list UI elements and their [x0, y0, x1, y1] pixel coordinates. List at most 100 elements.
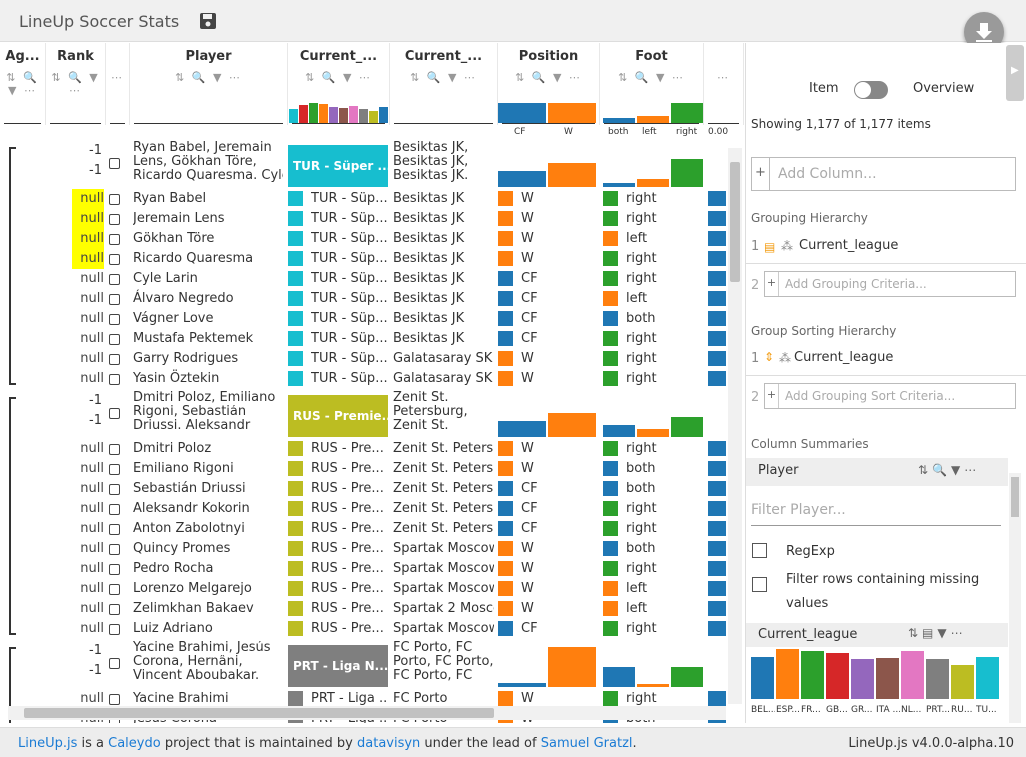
column-header[interactable]: Ag... ⇅ 🔍 ▼ ⋯: [0, 43, 46, 125]
save-icon[interactable]: [199, 12, 217, 30]
row-checkbox[interactable]: [109, 274, 120, 285]
table-row[interactable]: null Anton Zabolotnyi RUS - Pre... Zenit St…: [0, 519, 744, 539]
collapse-panel-button[interactable]: ▶: [1006, 45, 1024, 101]
row-checkbox[interactable]: [109, 464, 120, 475]
table-row[interactable]: null Cyle Larin TUR - Süp... Besiktas JK CF r…: [0, 269, 744, 289]
add-column-field[interactable]: + Add Column...: [751, 157, 1016, 191]
summary-tools-icon[interactable]: ⇅🔍▼⋯: [918, 463, 980, 477]
histogram-bar[interactable]: [901, 651, 924, 699]
row-checkbox[interactable]: [109, 524, 120, 535]
group-rank: -1: [89, 663, 102, 678]
column-tools-icon[interactable]: ⇅ 🔍 ▼ ⋯: [288, 71, 389, 84]
column-header[interactable]: Rank ⇅ 🔍 ▼ ⋯: [46, 43, 106, 125]
scrollbar-thumb[interactable]: [730, 162, 740, 282]
row-checkbox[interactable]: [109, 584, 120, 595]
caleydo-link[interactable]: Caleydo: [108, 736, 161, 751]
row-checkbox[interactable]: [109, 658, 120, 669]
row-checkbox[interactable]: [109, 314, 120, 325]
sorting-item[interactable]: Current_league: [794, 350, 893, 365]
grouping-item[interactable]: Current_league: [799, 238, 898, 253]
row-checkbox[interactable]: [109, 444, 120, 455]
row-checkbox[interactable]: [109, 214, 120, 225]
table-row[interactable]: null Quincy Promes RUS - Pre... Spartak Mos…: [0, 539, 744, 559]
row-checkbox[interactable]: [109, 234, 120, 245]
histogram-bar[interactable]: [751, 657, 774, 699]
row-checkbox[interactable]: [109, 504, 120, 515]
row-checkbox[interactable]: [109, 694, 120, 705]
row-checkbox[interactable]: [109, 354, 120, 365]
table-row[interactable]: null Sebastián Driussi RUS - Pre... Zenit S…: [0, 479, 744, 499]
histogram-bar[interactable]: [926, 659, 949, 699]
add-grouping-field[interactable]: + Add Grouping Criteria...: [764, 271, 1016, 297]
datavisyn-link[interactable]: datavisyn: [357, 736, 420, 751]
histogram-bar[interactable]: [776, 649, 799, 699]
table-row[interactable]: null Aleksandr Kokorin RUS - Pre... Zenit S…: [0, 499, 744, 519]
table-row[interactable]: null Vágner Love TUR - Süp... Besiktas JK CF…: [0, 309, 744, 329]
scrollbar-thumb[interactable]: [1011, 477, 1019, 517]
table-row[interactable]: null Álvaro Negredo TUR - Süp... Besiktas J…: [0, 289, 744, 309]
column-tools-icon[interactable]: ⇅ 🔍 ▼ ⋯: [600, 71, 703, 84]
histogram-bar[interactable]: [826, 653, 849, 699]
group-header-row[interactable]: -1 -1 Yacine Brahimi, Jesús Corona, Hernâni…: [0, 641, 744, 687]
view-toggle[interactable]: [854, 81, 888, 99]
row-checkbox[interactable]: [109, 604, 120, 615]
column-tools-icon[interactable]: ⇅ 🔍 ▼ ⋯: [130, 71, 287, 84]
histogram-bar[interactable]: [976, 657, 999, 699]
row-checkbox[interactable]: [109, 374, 120, 385]
row-checkbox[interactable]: [109, 564, 120, 575]
row-checkbox[interactable]: [109, 294, 120, 305]
row-checkbox[interactable]: [109, 158, 120, 169]
histogram-bar[interactable]: [951, 665, 974, 699]
regexp-checkbox[interactable]: [752, 543, 767, 558]
table-row[interactable]: null Emiliano Rigoni RUS - Pre... Zenit St.…: [0, 459, 744, 479]
table-row[interactable]: null Ryan Babel TUR - Süp... Besiktas JK Wri…: [0, 189, 744, 209]
summary-tools-icon[interactable]: ⇅▤▼⋯: [908, 626, 967, 640]
add-sort-field[interactable]: + Add Grouping Sort Criteria...: [764, 383, 1016, 409]
league-histogram[interactable]: BEL... ESP... FR... GB... GR... ITA ... NL... P…: [751, 649, 1001, 715]
gratzl-link[interactable]: Samuel Gratzl: [541, 736, 633, 751]
vertical-scrollbar[interactable]: [728, 148, 742, 704]
filter-player-input[interactable]: Filter Player...: [751, 498, 1001, 526]
histogram-bar[interactable]: [851, 659, 874, 699]
column-tools-icon[interactable]: ⋯: [704, 71, 743, 84]
column-header[interactable]: Current_... ⇅ 🔍 ▼ ⋯: [390, 43, 498, 125]
table-row[interactable]: null Pedro Rocha RUS - Pre... Spartak Mosco…: [0, 559, 744, 579]
row-checkbox[interactable]: [109, 484, 120, 495]
row-checkbox[interactable]: [109, 408, 120, 419]
table-row[interactable]: null Ricardo Quaresma TUR - Süp... Besiktas…: [0, 249, 744, 269]
column-tools-icon[interactable]: ⋯: [106, 71, 129, 84]
table-row[interactable]: null Yasin Öztekin TUR - Süp... Galatasaray…: [0, 369, 744, 389]
histogram-label: PRT...: [926, 705, 950, 715]
group-header-row[interactable]: -1 -1 Dmitri Poloz, Emiliano Rigoni, Sebast…: [0, 391, 744, 437]
table-row[interactable]: null Dmitri Poloz RUS - Pre... Zenit St. Pe…: [0, 439, 744, 459]
row-checkbox[interactable]: [109, 194, 120, 205]
column-header[interactable]: Player ⇅ 🔍 ▼ ⋯: [130, 43, 288, 125]
table-row[interactable]: null Jeremain Lens TUR - Süp... Besiktas JK…: [0, 209, 744, 229]
histogram-bar[interactable]: [801, 651, 824, 699]
column-tools-icon[interactable]: ⇅ 🔍 ▼ ⋯: [498, 71, 599, 84]
missing-checkbox[interactable]: [752, 577, 767, 592]
column-tools-icon[interactable]: ⇅ 🔍 ▼ ⋯: [390, 71, 497, 84]
table-row[interactable]: null Gökhan Töre TUR - Süp... Besiktas JK Wl…: [0, 229, 744, 249]
panel-scrollbar[interactable]: [1009, 473, 1021, 723]
histogram-bar[interactable]: [876, 658, 899, 699]
table-row[interactable]: null Garry Rodrigues TUR - Süp... Galatasar…: [0, 349, 744, 369]
column-header[interactable]: ⋯: [704, 43, 744, 125]
lineup-link[interactable]: LineUp.js: [18, 736, 77, 751]
row-checkbox[interactable]: [109, 334, 120, 345]
table-row[interactable]: null Lorenzo Melgarejo RUS - Pre... Spartak…: [0, 579, 744, 599]
lineup-table[interactable]: Ag... ⇅ 🔍 ▼ ⋯ Rank ⇅ 🔍 ▼ ⋯ ⋯ Player ⇅ 🔍 ▼ ⋯ Cur…: [0, 43, 744, 723]
table-row[interactable]: null Zelimkhan Bakaev RUS - Pre... Spartak …: [0, 599, 744, 619]
column-header[interactable]: ⋯: [106, 43, 130, 125]
scrollbar-thumb[interactable]: [24, 708, 494, 718]
table-row[interactable]: null Mustafa Pektemek TUR - Süp... Besiktas…: [0, 329, 744, 349]
horizontal-scrollbar[interactable]: [8, 706, 726, 720]
column-tools-icon[interactable]: ⇅ 🔍 ▼ ⋯: [0, 71, 45, 97]
table-row[interactable]: null Luiz Adriano RUS - Pre... Spartak Mosc…: [0, 619, 744, 639]
column-tools-icon[interactable]: ⇅ 🔍 ▼ ⋯: [46, 71, 105, 97]
row-checkbox[interactable]: [109, 544, 120, 555]
league-swatch: [288, 691, 303, 706]
row-checkbox[interactable]: [109, 254, 120, 265]
group-header-row[interactable]: -1 -1 Ryan Babel, Jeremain Lens, Gökhan Tör…: [0, 141, 744, 187]
row-checkbox[interactable]: [109, 624, 120, 635]
